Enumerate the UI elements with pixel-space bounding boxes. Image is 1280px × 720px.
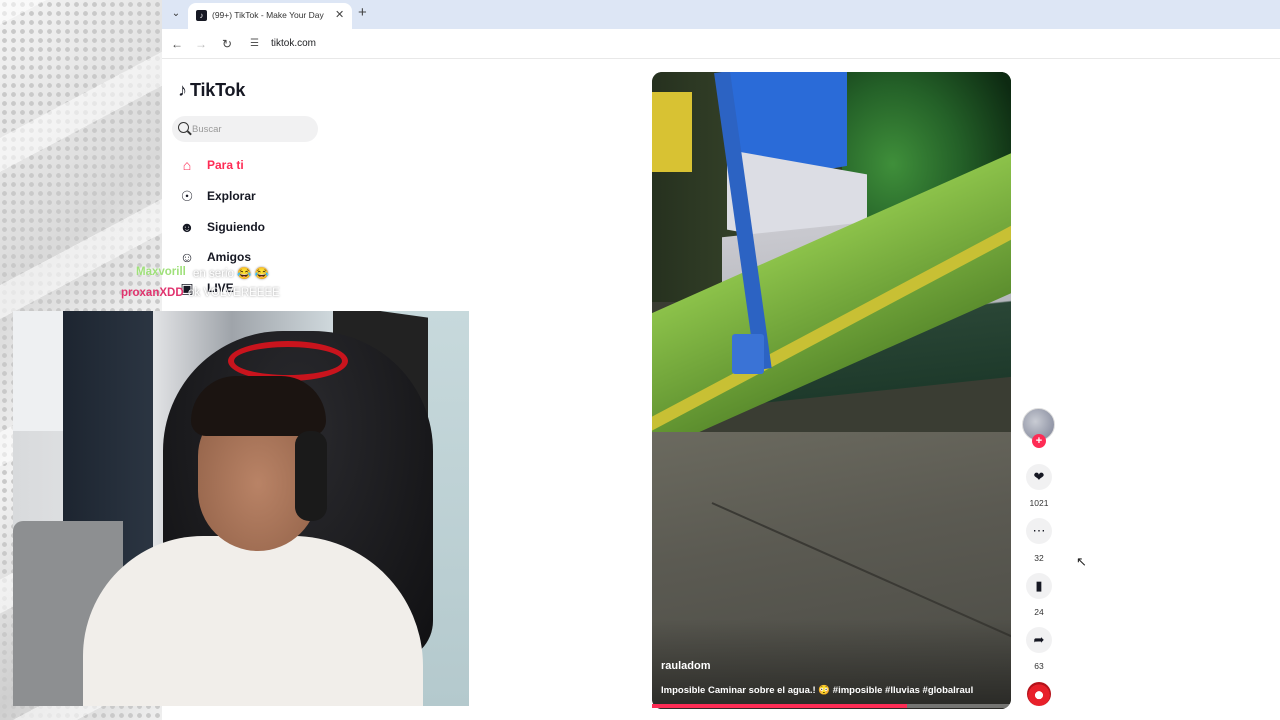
tab-search-dropdown-icon[interactable]: ⌄ <box>168 5 184 23</box>
nav-item-amigos[interactable]: ☺ Amigos <box>178 246 251 268</box>
new-tab-button[interactable]: + <box>358 5 367 21</box>
video-player[interactable] <box>652 72 1011 709</box>
tab-title: (99+) TikTok - Make Your Day <box>212 10 324 20</box>
chat-username: proxanXDD <box>121 287 184 299</box>
compass-icon: ☉ <box>180 187 194 204</box>
share-count: 63 <box>1034 661 1044 671</box>
comment-count: 32 <box>1034 553 1044 563</box>
like-button[interactable]: ❤ <box>1026 464 1052 490</box>
search-icon[interactable] <box>178 122 189 133</box>
nav-label: Explorar <box>207 189 256 203</box>
nav-item-para-ti[interactable]: ⌂ Para ti <box>178 154 244 176</box>
bookmark-icon: ▮ <box>1035 578 1043 593</box>
webcam-chair-logo <box>228 341 348 381</box>
reload-button[interactable]: ↻ <box>219 36 235 52</box>
video-author[interactable]: rauladom <box>661 660 711 672</box>
comment-icon: ⋯ <box>1032 523 1046 538</box>
back-button[interactable]: ← <box>169 36 185 52</box>
music-disc-icon[interactable] <box>1027 682 1051 706</box>
search-input[interactable] <box>192 121 312 137</box>
video-progress-fill <box>652 704 907 708</box>
chat-message: en serio 😂 😂 <box>193 268 269 280</box>
webcam-headset <box>295 431 327 521</box>
browser-toolbar <box>162 29 1280 59</box>
like-count: 1021 <box>1029 498 1049 508</box>
nav-label: Amigos <box>207 250 252 264</box>
logo-text: TikTok <box>190 80 246 100</box>
tab-close-icon[interactable]: ✕ <box>335 8 344 21</box>
webcam-streamer-hair <box>191 376 326 436</box>
tiktok-logo[interactable]: ♪ TikTok <box>178 80 245 101</box>
tiktok-note-icon: ♪ <box>178 80 187 100</box>
follow-plus-icon[interactable]: + <box>1032 434 1046 448</box>
video-progress-bar[interactable] <box>652 704 1011 708</box>
chat-message: ok VOLVEREEEE <box>188 287 280 299</box>
browser-tab-tiktok[interactable]: ♪ (99+) TikTok - Make Your Day ✕ <box>188 3 352 29</box>
address-bar[interactable]: tiktok.com <box>271 38 316 49</box>
forward-button[interactable]: → <box>193 36 209 52</box>
video-yellow-sign <box>652 92 692 172</box>
share-icon: ➦ <box>1033 632 1045 647</box>
webcam-overlay <box>13 311 469 706</box>
nav-item-explorar[interactable]: ☉ Explorar <box>178 185 256 207</box>
site-info-icon[interactable]: ☰ <box>250 36 264 52</box>
search-box[interactable] <box>172 116 318 142</box>
video-pole-base <box>732 334 764 374</box>
save-button[interactable]: ▮ <box>1026 573 1052 599</box>
friends-icon: ☺ <box>179 249 195 265</box>
nav-item-siguiendo[interactable]: ☻ Siguiendo <box>178 216 265 238</box>
video-caption: Imposible Caminar sobre el agua.! 😳 #imp… <box>661 685 974 696</box>
chat-username: Maxvorill <box>136 266 186 278</box>
heart-icon: ❤ <box>1033 469 1045 484</box>
share-button[interactable]: ➦ <box>1026 627 1052 653</box>
save-count: 24 <box>1034 607 1044 617</box>
tiktok-favicon-icon: ♪ <box>196 10 207 21</box>
nav-label: Para ti <box>207 158 244 172</box>
comment-button[interactable]: ⋯ <box>1026 518 1052 544</box>
following-icon: ☻ <box>179 219 195 235</box>
nav-label: Siguiendo <box>207 220 265 234</box>
mouse-cursor-icon: ↖ <box>1076 554 1087 569</box>
home-icon: ⌂ <box>182 157 192 173</box>
